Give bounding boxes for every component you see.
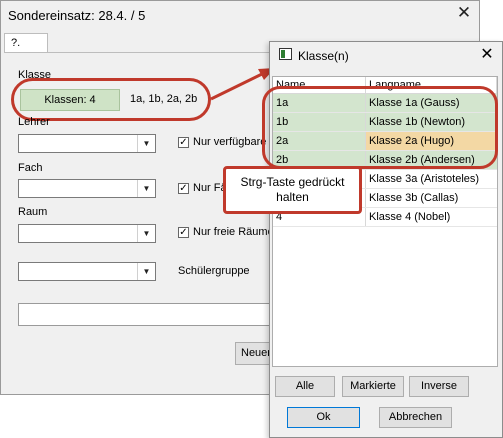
annotation-oval-selection bbox=[262, 86, 498, 169]
cell-langname: Klasse 4 (Nobel) bbox=[369, 211, 451, 223]
window-icon-bar bbox=[281, 50, 285, 58]
close-icon[interactable]: ✕ bbox=[477, 45, 497, 65]
abbrechen-button[interactable]: Abbrechen bbox=[379, 407, 452, 428]
markierte-button[interactable]: Markierte bbox=[342, 376, 404, 397]
klassen-dialog-title: Klasse(n) bbox=[298, 49, 349, 63]
alle-button[interactable]: Alle bbox=[275, 376, 335, 397]
ok-button[interactable]: Ok bbox=[287, 407, 360, 428]
callout-box: Strg-Taste gedrückt halten bbox=[223, 166, 362, 214]
cell-langname: Klasse 3a (Aristoteles) bbox=[369, 173, 480, 185]
callout-line2: halten bbox=[276, 190, 309, 204]
callout-line1: Strg-Taste gedrückt bbox=[240, 175, 345, 189]
inverse-button[interactable]: Inverse bbox=[409, 376, 469, 397]
cell-langname: Klasse 3b (Callas) bbox=[369, 192, 459, 204]
arrow-line bbox=[210, 72, 263, 101]
